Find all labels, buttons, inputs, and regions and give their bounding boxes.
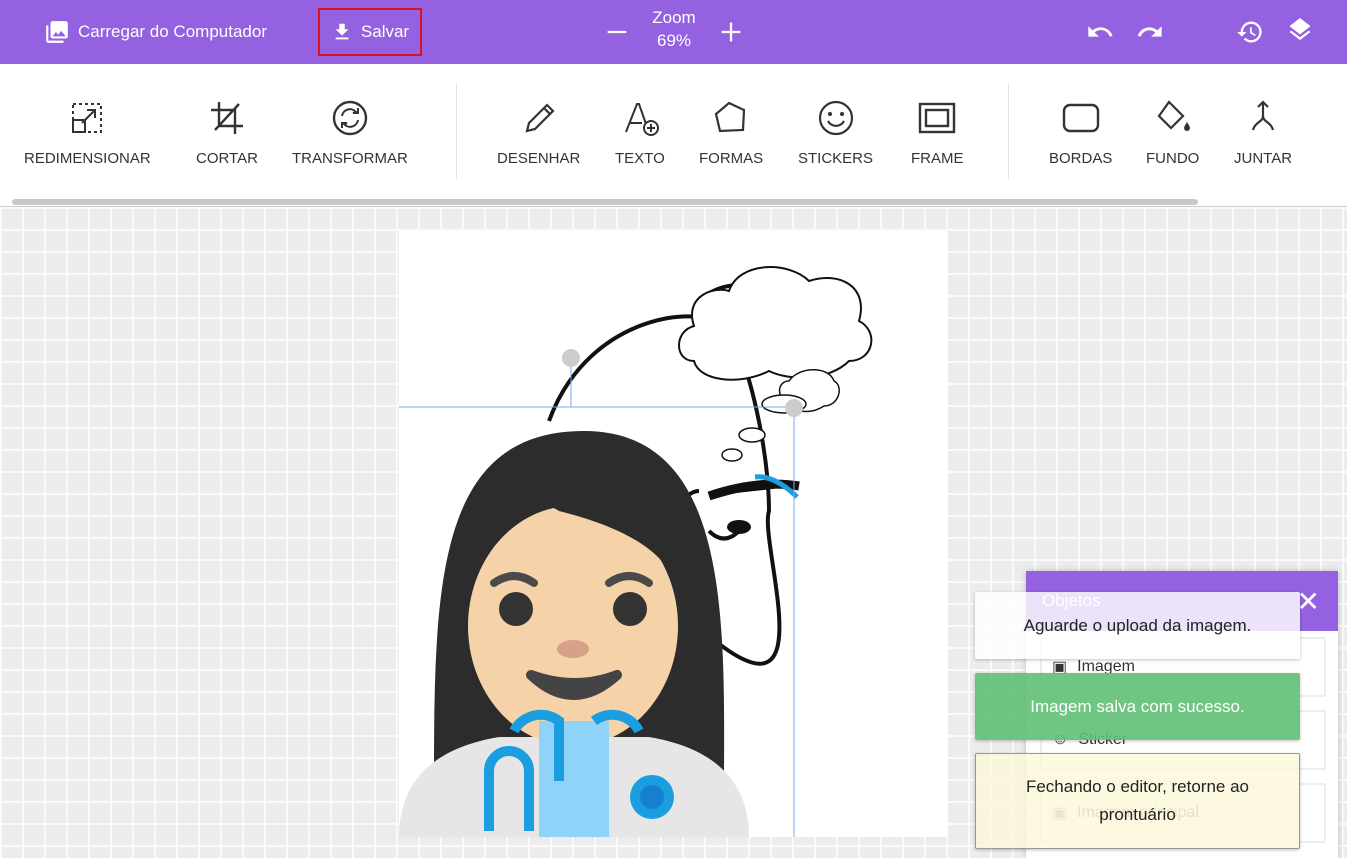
close-icon[interactable]: ✕ (1297, 585, 1320, 618)
upload-from-computer-button[interactable]: Carregar do Computador (44, 19, 267, 45)
toolbar-scrollbar[interactable] (12, 199, 1198, 205)
tool-draw[interactable]: DESENHAR (497, 98, 580, 167)
rounded-border-icon (1062, 103, 1099, 133)
object-item-image[interactable]: ▣ Imagem (1040, 637, 1326, 697)
tool-label: STICKERS (798, 150, 874, 167)
tool-label: BORDAS (1049, 150, 1113, 167)
save-button[interactable]: Salvar (318, 8, 422, 56)
zoom-value: 69% (656, 31, 692, 50)
tool-label: CORTAR (196, 150, 258, 167)
image-icon: ▣ (1052, 659, 1068, 676)
history-icon[interactable] (1236, 18, 1264, 46)
tool-label: REDIMENSIONAR (24, 150, 151, 167)
objects-panel-title: Objetos (1042, 591, 1101, 610)
object-item-label: Imagem (1077, 658, 1135, 675)
pencil-icon (525, 103, 555, 133)
tool-merge[interactable]: JUNTAR (1234, 98, 1292, 167)
tool-crop[interactable]: CORTAR (196, 98, 258, 167)
photo-library-icon (46, 21, 68, 43)
paint-bucket-icon (1157, 100, 1190, 131)
zoom-out-icon[interactable] (603, 18, 631, 46)
tool-resize[interactable]: REDIMENSIONAR (24, 98, 151, 167)
smiley-icon: ☺ (1052, 731, 1069, 748)
upload-label: Carregar do Computador (78, 22, 267, 41)
edited-image (399, 266, 873, 837)
tool-label: TRANSFORMAR (292, 150, 408, 167)
tool-label: FORMAS (699, 150, 764, 167)
tool-background[interactable]: FUNDO (1146, 98, 1199, 167)
frame-icon (919, 102, 956, 134)
tool-label: FRAME (911, 150, 964, 167)
image-icon: ▣ (1052, 805, 1068, 822)
smiley-icon (818, 100, 853, 136)
tool-label: DESENHAR (497, 150, 581, 167)
tool-label: TEXTO (615, 150, 665, 167)
zoom-indicator: Zoom 69% (640, 6, 708, 52)
save-label: Salvar (360, 22, 410, 41)
tool-label: FUNDO (1146, 150, 1200, 167)
object-item-label: Imagem principal (1077, 804, 1199, 821)
divider (456, 84, 457, 179)
tool-stickers[interactable]: STICKERS (798, 98, 873, 167)
tool-frame[interactable]: FRAME (911, 98, 964, 167)
tool-shapes[interactable]: FORMAS (699, 98, 763, 167)
tool-transform[interactable]: TRANSFORMAR (292, 98, 408, 167)
zoom-label: Zoom (652, 8, 696, 27)
download-icon (335, 23, 349, 40)
merge-icon (1251, 100, 1275, 131)
layers-icon[interactable] (1286, 18, 1314, 46)
undo-icon[interactable] (1086, 18, 1114, 46)
objects-panel-header: Objetos ✕ (1026, 571, 1338, 631)
tool-text[interactable]: TEXTO (615, 98, 665, 167)
image-canvas[interactable] (399, 231, 948, 837)
object-item-label: Sticker (1078, 731, 1128, 748)
divider (1008, 84, 1009, 179)
redo-icon[interactable] (1136, 18, 1164, 46)
tool-label: JUNTAR (1234, 150, 1293, 167)
objects-panel: Objetos ✕ ▣ Imagem ☺ Sticker ▣ Imagem princ… (1026, 571, 1338, 858)
object-item-main-image[interactable]: ▣ Imagem principal (1040, 783, 1326, 843)
object-item-sticker[interactable]: ☺ Sticker (1040, 710, 1326, 770)
shapes-icon (714, 101, 746, 133)
tool-borders[interactable]: BORDAS (1049, 98, 1112, 167)
zoom-in-icon[interactable] (717, 18, 745, 46)
crop-icon (210, 102, 243, 134)
tools-toolbar: REDIMENSIONAR CORTAR TRANSFORMAR DESENHA… (0, 64, 1347, 207)
resize-icon (72, 103, 103, 133)
transform-icon (332, 100, 368, 136)
top-bar: Carregar do Computador Salvar Zoom 69% (0, 0, 1347, 64)
text-add-icon (624, 103, 659, 136)
